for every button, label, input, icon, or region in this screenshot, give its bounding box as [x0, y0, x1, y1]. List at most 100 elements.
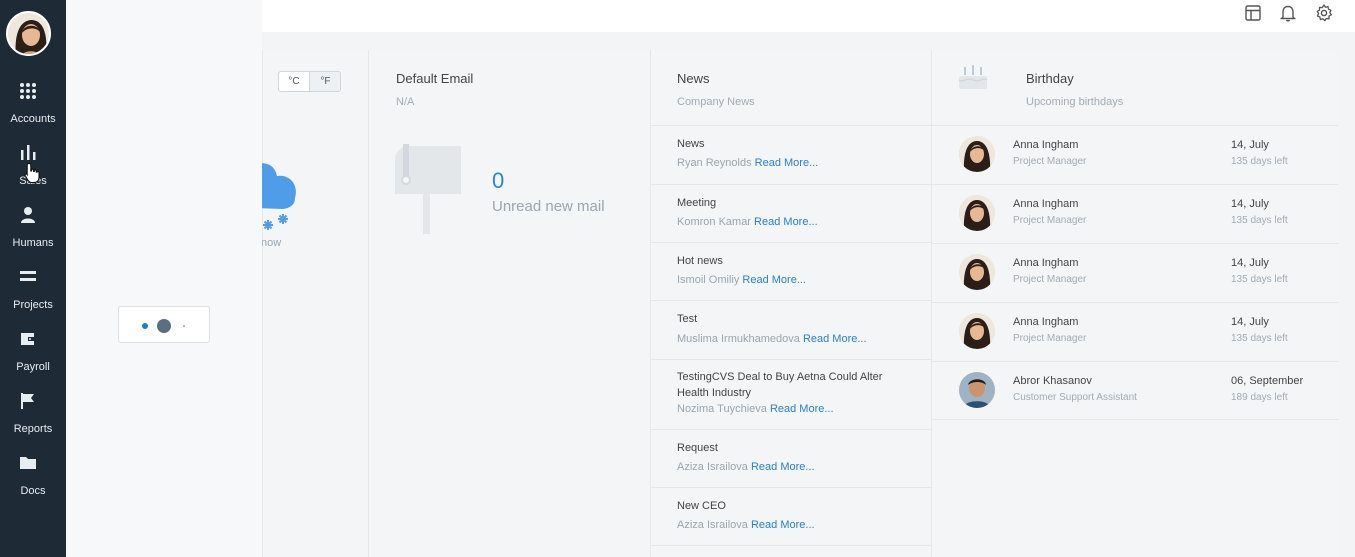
loading-indicator: [118, 306, 210, 343]
days-left: 135 days left: [1231, 274, 1288, 285]
nav-item-humans[interactable]: Humans: [0, 206, 66, 266]
folder-icon: [20, 457, 36, 469]
cake-icon: [958, 65, 988, 89]
days-left: 189 days left: [1231, 392, 1288, 403]
person-avatar: [959, 254, 995, 290]
read-more-link[interactable]: Read More...: [751, 461, 815, 473]
default-email-card: Default Email N/A 0 Unread new mail: [368, 50, 650, 557]
person-role: Project Manager: [1013, 274, 1087, 285]
nav-label: Accounts: [10, 113, 56, 125]
news-item[interactable]: Hot news Ismoil Omiliy Read More...: [651, 242, 931, 300]
sidebar-nav: Accounts Sales Humans Projects Payroll: [0, 0, 66, 557]
hand-cursor-icon: [24, 162, 40, 184]
list-icon: [20, 271, 36, 281]
avatar-image: [8, 13, 49, 54]
birthday-row[interactable]: Anna Ingham Project Manager 14, July 135…: [932, 302, 1338, 361]
news-item[interactable]: Meeting Komron Kamar Read More...: [651, 184, 931, 242]
news-item-title: Meeting: [677, 197, 717, 209]
news-item-title: TestingCVS Deal to Buy Aetna Could Alter…: [677, 371, 883, 399]
person-name: Anna Ingham: [1013, 316, 1079, 328]
unread-mail-label: Unread new mail: [492, 198, 605, 215]
news-card: News Company News News Ryan Reynolds Rea…: [650, 50, 931, 557]
nav-item-docs[interactable]: Docs: [0, 454, 66, 514]
news-item-title: Request: [677, 442, 718, 454]
news-item[interactable]: Request Aziza Israilova Read More...: [651, 429, 931, 487]
grid-icon: [20, 83, 36, 99]
weather-condition-label: now: [261, 237, 282, 249]
celsius-button[interactable]: °C: [279, 72, 310, 91]
user-avatar[interactable]: [6, 11, 51, 56]
nav-label: Docs: [20, 485, 46, 497]
bell-icon[interactable]: [1278, 3, 1298, 23]
news-item-meta: Ryan Reynolds Read More...: [677, 157, 818, 169]
nav-item-accounts[interactable]: Accounts: [0, 82, 66, 142]
birthday-card-subtitle: Upcoming birthdays: [1026, 96, 1124, 108]
news-item-author: Ryan Reynolds: [677, 157, 752, 169]
read-more-link[interactable]: Read More...: [742, 274, 806, 286]
news-item-title: New CEO: [677, 500, 726, 512]
news-item[interactable]: New CEO Aziza Israilova Read More...: [651, 487, 931, 546]
news-item-meta: Nozima Tuychieva Read More...: [677, 403, 834, 415]
nav-item-payroll[interactable]: Payroll: [0, 330, 66, 390]
gear-icon[interactable]: [1314, 3, 1334, 23]
birthday-row[interactable]: Anna Ingham Project Manager 14, July 135…: [932, 243, 1338, 302]
birthday-card: Birthday Upcoming birthdays Anna Ingham …: [931, 50, 1338, 557]
birthday-row[interactable]: Abror Khasanov Customer Support Assistan…: [932, 361, 1338, 420]
nav-label: Payroll: [16, 361, 50, 373]
news-item[interactable]: TestingCVS Deal to Buy Aetna Could Alter…: [651, 359, 931, 429]
news-item-meta: Aziza Israilova Read More...: [677, 519, 815, 531]
person-avatar: [959, 372, 995, 408]
news-card-title: News: [677, 71, 710, 86]
birthday-row[interactable]: Anna Ingham Project Manager 14, July 135…: [932, 184, 1338, 243]
news-item-meta: Komron Kamar Read More...: [677, 216, 818, 228]
birthday-card-title: Birthday: [1026, 71, 1074, 86]
person-role: Project Manager: [1013, 333, 1087, 344]
days-left: 135 days left: [1231, 333, 1288, 344]
birthday-date: 14, July: [1231, 316, 1269, 328]
read-more-link[interactable]: Read More...: [770, 403, 834, 415]
news-item[interactable]: News Ryan Reynolds Read More...: [651, 125, 931, 184]
news-item-title: Hot news: [677, 255, 723, 267]
person-name: Abror Khasanov: [1013, 375, 1092, 387]
news-item[interactable]: Test Muslima Irmukhamedova Read More...: [651, 300, 931, 359]
layout-icon[interactable]: [1243, 3, 1263, 23]
email-address: N/A: [396, 96, 415, 108]
person-role: Customer Support Assistant: [1013, 392, 1137, 403]
person-avatar: [959, 313, 995, 349]
read-more-link[interactable]: Read More...: [755, 157, 819, 169]
person-name: Anna Ingham: [1013, 139, 1079, 151]
person-name: Anna Ingham: [1013, 198, 1079, 210]
nav-item-reports[interactable]: Reports: [0, 392, 66, 452]
news-item-title: News: [677, 138, 705, 150]
nav-item-projects[interactable]: Projects: [0, 268, 66, 328]
news-card-subtitle: Company News: [677, 96, 755, 108]
unread-mail-count: 0: [492, 168, 505, 193]
user-icon: [21, 207, 35, 223]
fahrenheit-button[interactable]: °F: [310, 72, 340, 91]
person-role: Project Manager: [1013, 156, 1087, 167]
mailbox-icon: [395, 144, 461, 234]
days-left: 135 days left: [1231, 215, 1288, 226]
birthday-date: 14, July: [1231, 257, 1269, 269]
read-more-link[interactable]: Read More...: [803, 333, 867, 345]
news-item-meta: Aziza Israilova Read More...: [677, 461, 815, 473]
person-role: Project Manager: [1013, 215, 1087, 226]
temperature-unit-toggle: °C °F: [278, 71, 341, 92]
birthday-date: 06, September: [1231, 375, 1304, 387]
news-item-author: Aziza Israilova: [677, 519, 748, 531]
birthday-date: 14, July: [1231, 139, 1269, 151]
read-more-link[interactable]: Read More...: [751, 519, 815, 531]
nav-label: Projects: [13, 299, 53, 311]
news-item-meta: Ismoil Omiliy Read More...: [677, 274, 806, 286]
news-item-author: Komron Kamar: [677, 216, 751, 228]
weather-card: °C °F now: [253, 50, 368, 557]
read-more-link[interactable]: Read More...: [754, 216, 818, 228]
email-card-title: Default Email: [396, 71, 474, 86]
loading-panel: [66, 0, 262, 557]
loading-dot: [183, 325, 185, 327]
news-item-author: Muslima Irmukhamedova: [677, 333, 800, 345]
nav-item-sales[interactable]: Sales: [0, 144, 66, 204]
birthday-row[interactable]: Anna Ingham Project Manager 14, July 135…: [932, 125, 1338, 184]
flag-icon: [21, 393, 34, 409]
person-avatar: [959, 195, 995, 231]
